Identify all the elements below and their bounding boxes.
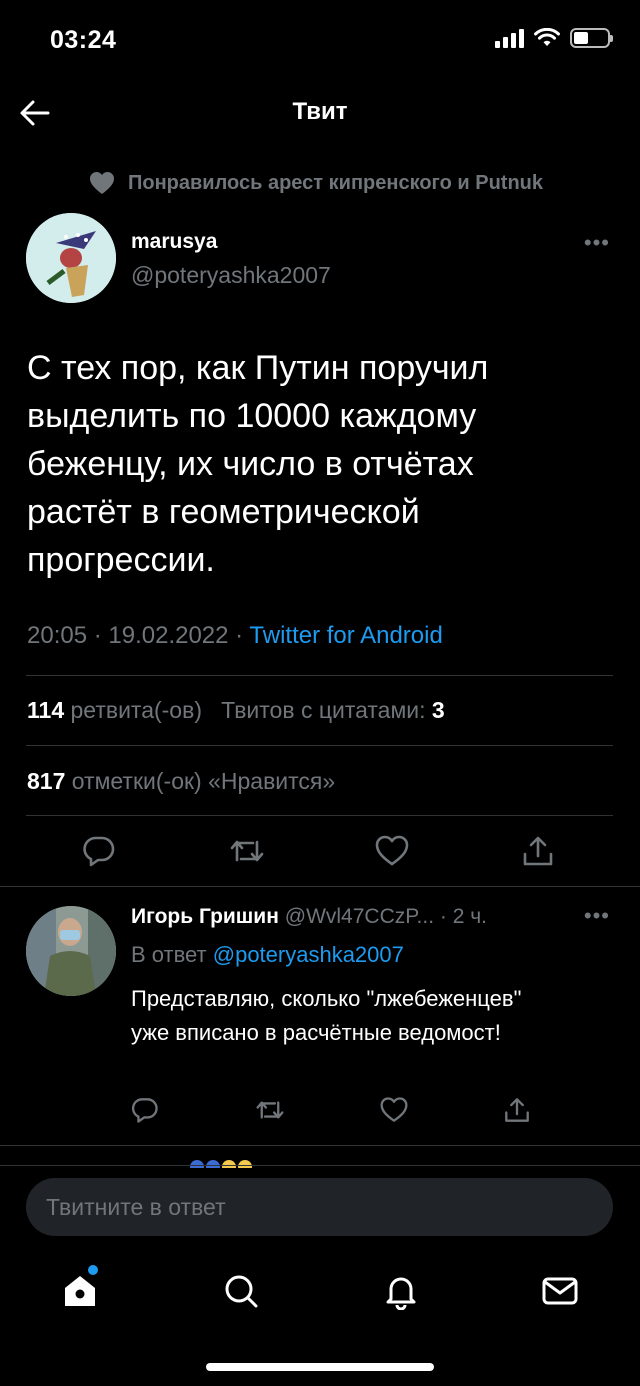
retweets-count: 114 bbox=[27, 697, 65, 723]
share-icon[interactable] bbox=[521, 834, 555, 868]
next-tweet-peek bbox=[190, 1160, 260, 1168]
status-icons bbox=[495, 28, 613, 48]
context-text: Понравилось арест кипренского и Putnuk bbox=[128, 171, 543, 194]
likes-count: 817 bbox=[27, 768, 66, 794]
retweet-icon[interactable] bbox=[255, 1096, 285, 1124]
reply-text: Представляю, сколько "лжебеженцев" уже в… bbox=[131, 986, 522, 1045]
search-icon[interactable] bbox=[222, 1272, 260, 1310]
reply-action-bar bbox=[0, 1096, 640, 1126]
reply-to-prefix: В ответ bbox=[131, 942, 213, 967]
tweet-meta: 20:05 · 19.02.2022 · Twitter for Android bbox=[27, 622, 443, 650]
retweet-icon[interactable] bbox=[229, 834, 265, 868]
battery-icon bbox=[570, 28, 613, 48]
reply-to-line: В ответ @poteryashka2007 bbox=[131, 942, 404, 968]
divider bbox=[0, 1145, 640, 1146]
heart-filled-icon bbox=[90, 172, 114, 194]
likes-stats[interactable]: 817 отметки(-ок) «Нравится» bbox=[27, 768, 335, 795]
tweet-action-bar bbox=[0, 834, 640, 874]
reply-header: Игорь Гришин @Wvl47CCzP... · 2 ч. bbox=[131, 905, 487, 929]
wifi-icon bbox=[534, 28, 560, 46]
share-icon[interactable] bbox=[503, 1096, 531, 1124]
reply-more-options-icon[interactable]: ••• bbox=[584, 903, 610, 929]
heart-icon[interactable] bbox=[379, 1096, 409, 1124]
home-indicator bbox=[206, 1363, 434, 1371]
status-time: 03:24 bbox=[50, 26, 117, 54]
home-notification-dot bbox=[88, 1265, 98, 1275]
reply-compose-input[interactable]: Твитните в ответ bbox=[26, 1178, 613, 1236]
reply-icon[interactable] bbox=[131, 1096, 159, 1124]
reply-icon[interactable] bbox=[82, 834, 116, 868]
avatar-image bbox=[26, 213, 116, 303]
likes-label: отметки(-ок) «Нравится» bbox=[71, 768, 336, 794]
more-options-icon[interactable]: ••• bbox=[584, 230, 610, 256]
signal-icon bbox=[495, 28, 524, 48]
retweet-stats[interactable]: 114 ретвита(-ов) Твитов с цитатами: 3 bbox=[27, 697, 445, 724]
quotes-label: Твитов с цитатами: bbox=[221, 697, 426, 723]
reply-author-name[interactable]: Игорь Гришин bbox=[131, 905, 279, 928]
tweet-source-link[interactable]: Twitter for Android bbox=[249, 622, 442, 649]
heart-icon[interactable] bbox=[374, 834, 410, 868]
reply-time: · 2 ч. bbox=[439, 905, 488, 928]
divider bbox=[26, 745, 613, 746]
reply-avatar-image bbox=[26, 906, 116, 996]
liked-by-context[interactable]: Понравилось арест кипренского и Putnuk bbox=[88, 170, 543, 196]
tweet-timestamp: 20:05 · 19.02.2022 · bbox=[27, 622, 250, 649]
reply-author-handle[interactable]: @Wvl47CCzP... bbox=[285, 905, 434, 928]
avatar[interactable] bbox=[26, 213, 116, 303]
reply-avatar[interactable] bbox=[26, 906, 116, 996]
divider bbox=[26, 675, 613, 676]
reply-mention-link[interactable]: @poteryashka2007 bbox=[213, 942, 404, 967]
author-handle[interactable]: @poteryashka2007 bbox=[131, 262, 331, 289]
tweet-text: С тех пор, как Путин поручил выделить по… bbox=[27, 349, 489, 579]
author-name[interactable]: marusya bbox=[131, 230, 217, 254]
bell-icon[interactable] bbox=[382, 1272, 420, 1310]
divider bbox=[0, 886, 640, 887]
quotes-count: 3 bbox=[431, 697, 445, 723]
divider bbox=[26, 815, 613, 816]
page-title: Твит bbox=[292, 98, 348, 125]
divider bbox=[0, 1165, 640, 1166]
home-icon[interactable] bbox=[61, 1272, 99, 1310]
mail-icon[interactable] bbox=[541, 1272, 579, 1310]
retweets-label: ретвита(-ов) bbox=[70, 697, 202, 723]
